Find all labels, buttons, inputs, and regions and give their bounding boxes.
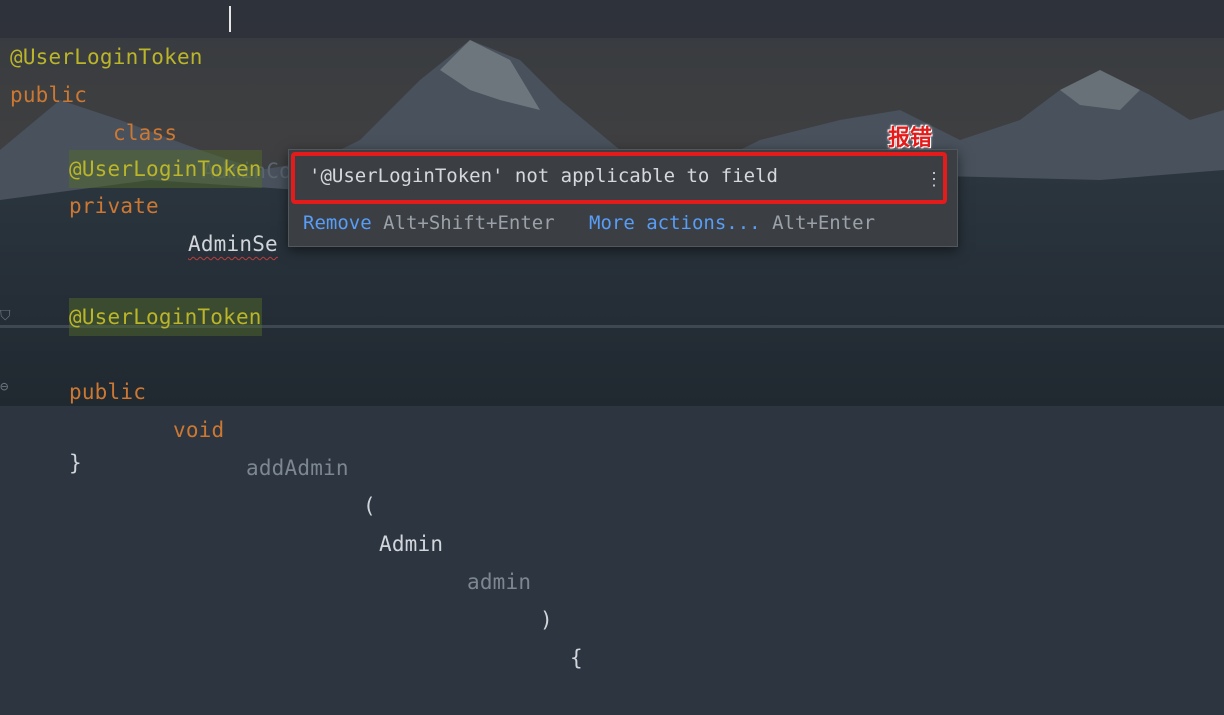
param-type: Admin <box>379 532 444 556</box>
keyword-public: public <box>10 83 88 107</box>
field-type: AdminSe <box>188 232 278 256</box>
error-message: '@UserLoginToken' not applicable to fiel… <box>309 165 778 187</box>
open-paren: ( <box>363 494 376 518</box>
popup-actions: Remove Alt+Shift+Enter More actions... A… <box>303 212 875 234</box>
close-paren: ) <box>540 608 553 632</box>
code-line-2[interactable]: public class AdminController { <box>0 38 449 221</box>
error-annotation-label: 报错 <box>888 126 933 151</box>
remove-shortcut: Alt+Shift+Enter <box>383 212 555 234</box>
remove-action-link[interactable]: Remove <box>303 212 372 234</box>
code-line-1[interactable]: @UserLoginToken <box>0 0 1224 69</box>
method-name: addAdmin <box>246 456 349 480</box>
more-actions-link[interactable]: More actions... <box>589 212 761 234</box>
annotation-token: @UserLoginToken <box>69 298 262 336</box>
keyword-public: public <box>69 380 147 404</box>
bookmark-icon[interactable]: ⛉ <box>0 297 11 335</box>
code-line-8[interactable]: ⊖ } <box>0 368 82 475</box>
fold-icon[interactable]: ⊖ <box>0 368 9 406</box>
code-line-4[interactable]: private AdminSe <box>0 149 278 256</box>
annotation-token: @UserLoginToken <box>69 150 262 188</box>
code-line-5[interactable]: @UserLoginToken <box>0 260 262 336</box>
code-line-6[interactable]: ⛉ public void addAdmin ( Admin admin ) { <box>0 297 583 670</box>
kebab-menu-icon[interactable]: ⋮ <box>925 168 943 192</box>
intention-popup: '@UserLoginToken' not applicable to fiel… <box>288 149 958 247</box>
param-name: admin <box>467 570 532 594</box>
error-highlight-box: '@UserLoginToken' not applicable to fiel… <box>291 152 947 204</box>
more-actions-shortcut: Alt+Enter <box>772 212 876 234</box>
keyword-void: void <box>173 418 225 442</box>
text-caret <box>229 6 231 32</box>
close-brace: } <box>69 451 82 475</box>
keyword-private: private <box>69 194 159 218</box>
open-brace: { <box>570 646 583 670</box>
code-line-3[interactable]: @UserLoginToken <box>0 112 262 188</box>
keyword-class: class <box>113 121 178 145</box>
